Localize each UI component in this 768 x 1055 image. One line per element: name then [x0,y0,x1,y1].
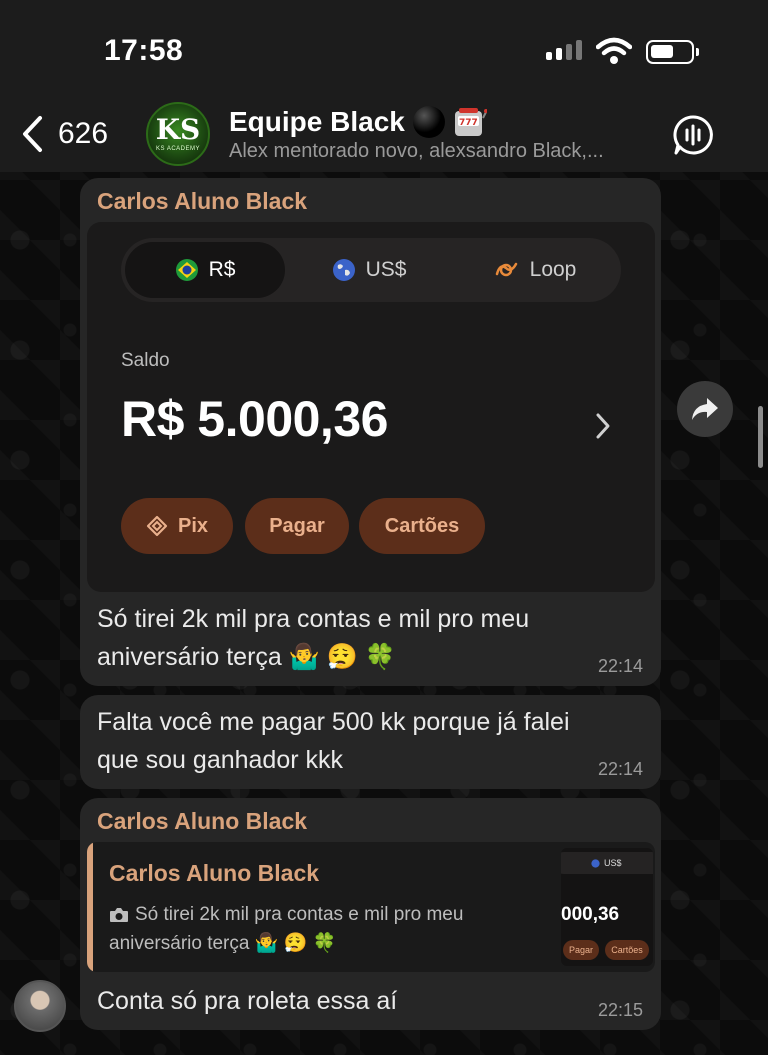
thumb-cartoes-pill: Cartões [605,940,649,960]
chevron-left-icon [23,116,42,152]
forward-button[interactable] [677,381,733,437]
balance-value: R$ 5.000,36 [121,391,388,447]
wifi-icon [596,37,632,64]
cellular-signal-icon [546,40,582,60]
brazil-flag-icon [175,259,198,281]
cartoes-label: Cartões [384,514,460,537]
quote-sender: Carlos Aluno Black [109,860,320,886]
group-name: Equipe Black [229,106,405,137]
message-time: 22:14 [597,656,643,676]
message-bubble[interactable]: Falta você me pagar 500 kk porque já fal… [80,695,661,789]
group-call-button[interactable] [672,114,714,161]
message-time: 22:15 [597,1000,643,1020]
shared-image-banking-screenshot[interactable]: R$ US$ Loop Saldo R$ 5.000,36 Pix Pagar … [87,222,655,592]
currency-segment: R$ US$ Loop [121,238,621,302]
message-time: 22:14 [597,759,643,779]
black-circle-emoji-icon [412,106,445,138]
quote-text: Só tirei 2k mil pra contas e mil pro meu… [109,900,549,958]
forward-arrow-icon [692,398,718,420]
audio-wave-icon [673,115,713,155]
pix-label: Pix [177,514,209,537]
sender-avatar[interactable] [14,980,66,1032]
globe-icon [591,858,600,868]
tab-brl[interactable]: R$ [125,242,285,298]
tab-label: Loop [529,258,577,281]
pix-button[interactable]: Pix [121,498,233,554]
battery-icon [646,40,699,64]
quoted-message[interactable]: Carlos Aluno Black Só tirei 2k mil pra c… [87,842,655,972]
message-text-line: Falta você me pagar 500 kk porque já fal… [97,708,570,736]
camera-icon [110,907,128,922]
group-title[interactable]: Equipe Black 777 [229,106,487,138]
message-text: Falta você me pagar 500 kk porque já fal… [97,703,570,779]
quote-text-line: aniversário terça 🤷‍♂️ 😮‍💨 🍀 [109,933,337,954]
tab-usd[interactable]: US$ [289,242,449,298]
chat-header: 17:58 626 KS KS ACADEMY Equipe Black 777… [0,0,768,172]
tab-label: US$ [365,258,407,281]
message-text-line: que sou ganhador kkk [97,746,344,774]
svg-text:777: 777 [459,118,478,128]
thumb-tab-label: US$ [604,858,622,868]
avatar-logo-subtext: KS ACADEMY [155,146,200,152]
quote-thumbnail: US$ 000,36 Pagar Cartões [561,848,653,966]
thumb-balance: 000,36 [561,904,620,925]
unread-count: 626 [58,117,109,150]
avatar-logo-text: KS [155,113,201,146]
back-button[interactable]: 626 [20,114,108,154]
cartoes-button[interactable]: Cartões [359,498,485,554]
quote-text-line: Só tirei 2k mil pra contas e mil pro meu [135,904,464,925]
thumb-pagar-pill: Pagar [563,940,599,960]
pix-icon [146,515,168,537]
pagar-label: Pagar [269,514,325,537]
globe-icon [332,259,355,281]
group-avatar[interactable]: KS KS ACADEMY [146,102,210,166]
thumb-currency-segment: US$ [561,852,653,874]
tab-loop[interactable]: Loop [453,242,617,298]
message-sender: Carlos Aluno Black [97,188,308,214]
quote-accent-bar [87,842,93,972]
slot-machine-emoji-icon: 777 [454,108,487,136]
tab-label: R$ [208,258,236,281]
group-members: Alex mentorado novo, alexsandro Black,..… [229,140,604,162]
status-time: 17:58 [104,34,184,67]
balance-label: Saldo [121,350,170,371]
pagar-button[interactable]: Pagar [245,498,349,554]
chevron-right-icon[interactable] [595,412,611,440]
loop-icon [495,262,517,277]
message-text: Conta só pra roleta essa aí [97,987,398,1015]
scrollbar[interactable] [758,406,763,468]
message-sender: Carlos Aluno Black [97,808,308,834]
message-text-line: aniversário terça 🤷‍♂️ 😮‍💨 🍀 [97,643,397,671]
message-text-line: Só tirei 2k mil pra contas e mil pro meu [97,605,530,633]
message-text: Só tirei 2k mil pra contas e mil pro meu… [97,600,529,676]
